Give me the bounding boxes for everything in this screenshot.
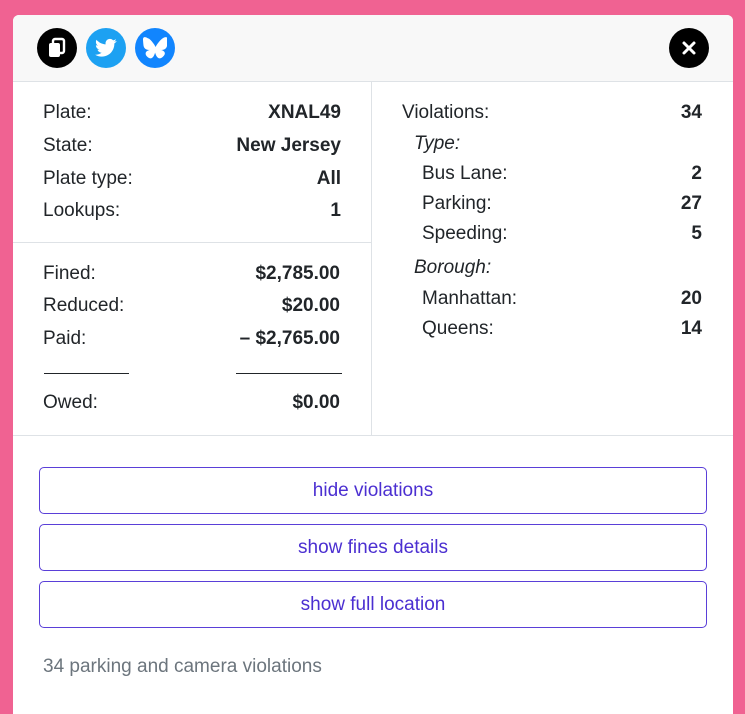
violation-type-label: Parking: (422, 193, 492, 214)
paid-label: Paid: (43, 328, 87, 349)
lookup-result-card: Plate: XNAL49 State: New Jersey Plate ty… (13, 15, 733, 714)
violations-column: Violations: 34 Type: Bus Lane: 2 Parking… (373, 82, 733, 436)
plate-type-label: Plate type: (43, 168, 133, 189)
violation-type-row: Bus Lane: 2 (422, 161, 702, 187)
twitter-share-button[interactable] (86, 28, 126, 68)
twitter-icon (95, 38, 117, 57)
plate-type-row: Plate type: All (43, 166, 341, 192)
borough-row: Queens: 14 (422, 316, 702, 342)
paid-row: Paid: – $2,765.00 (43, 326, 340, 352)
hide-violations-button[interactable]: hide violations (39, 467, 707, 514)
sum-rule-left (44, 373, 129, 374)
fined-value: $2,785.00 (255, 263, 340, 284)
borough-heading: Borough: (414, 257, 492, 278)
reduced-row: Reduced: $20.00 (43, 293, 340, 319)
reduced-value: $20.00 (281, 295, 340, 316)
violations-summary-text: 34 parking and camera violations (43, 656, 322, 677)
violation-type-value: 2 (691, 163, 702, 184)
violation-type-row: Speeding: 5 (422, 221, 702, 247)
violations-total-row: Violations: 34 (402, 100, 702, 126)
borough-value: 14 (680, 318, 702, 339)
bluesky-share-button[interactable] (135, 28, 175, 68)
borough-label: Queens: (422, 318, 494, 339)
violations-total: 34 (680, 102, 702, 123)
violation-type-label: Speeding: (422, 223, 508, 244)
copy-icon (49, 37, 66, 57)
plate-row: Plate: XNAL49 (43, 100, 341, 126)
plate-and-fines-column: Plate: XNAL49 State: New Jersey Plate ty… (13, 82, 372, 436)
bluesky-icon (143, 37, 167, 59)
close-icon (682, 41, 696, 55)
plate-value: XNAL49 (268, 102, 341, 123)
violation-type-label: Bus Lane: (422, 163, 508, 184)
lookups-row: Lookups: 1 (43, 198, 341, 224)
borough-value: 20 (680, 288, 702, 309)
show-full-location-button[interactable]: show full location (39, 581, 707, 628)
type-heading: Type: (414, 133, 461, 154)
lookups-value: 1 (330, 200, 341, 221)
state-label: State: (43, 135, 93, 156)
owed-value: $0.00 (292, 392, 340, 413)
fined-row: Fined: $2,785.00 (43, 261, 340, 287)
violations-label: Violations: (402, 102, 490, 123)
lookups-label: Lookups: (43, 200, 121, 221)
show-fines-details-button[interactable]: show fines details (39, 524, 707, 571)
violation-type-value: 27 (680, 193, 702, 214)
action-buttons: hide violations show fines details show … (39, 467, 707, 638)
plate-label: Plate: (43, 102, 92, 123)
fined-label: Fined: (43, 263, 96, 284)
reduced-label: Reduced: (43, 295, 125, 316)
state-value: New Jersey (236, 135, 341, 156)
owed-row: Owed: $0.00 (43, 390, 340, 416)
plate-details: Plate: XNAL49 State: New Jersey Plate ty… (13, 82, 372, 243)
plate-type-value: All (316, 168, 341, 189)
sum-rule-right (236, 373, 342, 374)
copy-button[interactable] (37, 28, 77, 68)
state-row: State: New Jersey (43, 133, 341, 159)
borough-row: Manhattan: 20 (422, 286, 702, 312)
close-button[interactable] (669, 28, 709, 68)
share-header (13, 15, 733, 82)
summary-panel: Plate: XNAL49 State: New Jersey Plate ty… (13, 82, 733, 436)
borough-label: Manhattan: (422, 288, 518, 309)
violation-type-row: Parking: 27 (422, 191, 702, 217)
owed-label: Owed: (43, 392, 98, 413)
violation-type-value: 5 (691, 223, 702, 244)
paid-value: – $2,765.00 (239, 328, 340, 349)
